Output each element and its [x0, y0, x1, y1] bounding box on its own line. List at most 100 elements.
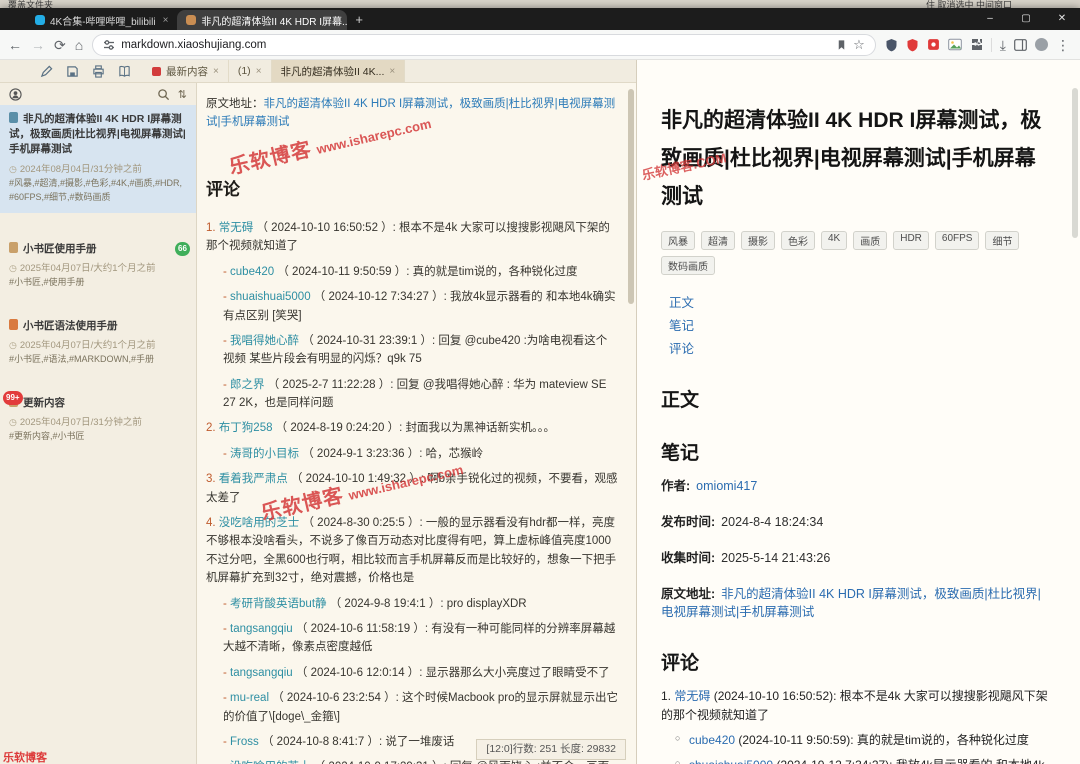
tag-pill: 超清: [701, 231, 735, 251]
editor-toolbar: [0, 60, 143, 82]
editor-origin-line: 原文地址：非凡的超清体验II 4K HDR I屏幕测试，极致画质|杜比视界|电视…: [206, 98, 616, 129]
comment-author-link[interactable]: cube420: [230, 266, 274, 278]
close-window-button[interactable]: ✕: [1044, 8, 1080, 30]
editor-comments: 1. 常无碍 （ 2024-10-10 16:50:52 ）: 根本不是4k 大…: [206, 219, 618, 764]
unread-badge: 66: [175, 241, 190, 256]
comment-author-link[interactable]: 没吃啥用的芝士: [219, 517, 300, 529]
browser-tab-label: 4K合集-哔哩哔哩_bilibili: [50, 16, 156, 28]
address-bar[interactable]: markdown.xiaoshujiang.com ☆: [92, 33, 876, 56]
sidebar-item-tags: #小书匠,#语法,#MARKDOWN,#手册: [9, 353, 155, 364]
edit-pen-icon[interactable]: [40, 65, 53, 78]
toc-link[interactable]: 评论: [669, 339, 1050, 360]
sidebar-item[interactable]: 99+ 更新内容 ◷ 2025年04月07日/31分钟之前 #更新内容,#小书匠: [0, 389, 196, 452]
back-icon[interactable]: ←: [8, 38, 22, 52]
browser-menu-icon[interactable]: ⋮: [1056, 38, 1070, 52]
comment-author-link[interactable]: shuaishuai5000: [689, 758, 773, 764]
sort-icon[interactable]: ⇅: [178, 88, 187, 101]
profile-avatar[interactable]: [1035, 38, 1048, 51]
browser-tab-bilibili[interactable]: 4K合集-哔哩哔哩_bilibili ×: [26, 10, 177, 30]
comment-author-link[interactable]: 涛哥的小目标: [230, 448, 299, 460]
clock-icon: ◷: [9, 262, 17, 273]
comment-author-link[interactable]: shuaishuai5000: [230, 291, 311, 303]
editor-tab-active[interactable]: 非凡的超清体验II 4K... ×: [271, 60, 406, 82]
document-sidebar: ⇅ 非凡的超清体验II 4K HDR I屏幕测试，极致画质|杜比视界|电视屏幕测…: [0, 83, 197, 764]
editor-reply-line: - cube420 （ 2024-10-11 9:50:59 ）: 真的就是ti…: [223, 265, 578, 278]
preview-title: 非凡的超清体验II 4K HDR I屏幕测试，极致画质|杜比视界|电视屏幕测试|…: [661, 109, 1042, 208]
reload-icon[interactable]: ⟳: [54, 38, 66, 52]
close-icon[interactable]: ×: [389, 66, 395, 77]
watermark-corner: 乐软博客: [3, 752, 47, 764]
sidebar-item-title: 非凡的超清体验II 4K HDR I屏幕测试，极致画质|杜比视界|电视屏幕测试|…: [9, 113, 186, 156]
save-icon[interactable]: [66, 65, 79, 78]
download-icon[interactable]: ⤓: [1000, 38, 1006, 52]
new-tab-button[interactable]: +: [355, 12, 363, 27]
adguard-shield-icon[interactable]: [906, 38, 919, 52]
comment-author-link[interactable]: 郎之界: [230, 379, 265, 391]
maximize-button[interactable]: ▢: [1008, 8, 1044, 30]
toolbar-divider: [990, 37, 992, 52]
user-avatar-icon[interactable]: [9, 87, 22, 101]
minimize-button[interactable]: –: [972, 8, 1008, 30]
comment-author-link[interactable]: 看着我严肃点: [219, 473, 288, 485]
comment-author-link[interactable]: Fross: [230, 736, 259, 748]
book-icon[interactable]: [118, 65, 131, 78]
bilibili-favicon: [35, 15, 45, 25]
forward-icon[interactable]: →: [31, 38, 45, 52]
bookmark-icon[interactable]: [836, 39, 847, 51]
left-column: 最新内容 × (1) × 非凡的超清体验II 4K... × ⇅ 非凡的超清体验…: [0, 60, 637, 764]
author-link[interactable]: omiomi417: [696, 479, 757, 493]
puzzle-extensions-icon[interactable]: [970, 38, 983, 51]
sidebar-item[interactable]: 非凡的超清体验II 4K HDR I屏幕测试，极致画质|杜比视界|电视屏幕测试|…: [0, 105, 196, 213]
editor-comment-line: 3. 看着我严肃点 （ 2024-10-10 1:49:32 ）: 啊b亲手锐化…: [206, 473, 618, 504]
origin-link[interactable]: 非凡的超清体验II 4K HDR I屏幕测试，极致画质|杜比视界|电视屏幕测试|…: [206, 98, 615, 128]
editor-tab-1[interactable]: (1) ×: [229, 60, 272, 82]
comment-author-link[interactable]: 考研背酸英语but静: [230, 598, 327, 610]
editor-reply-line: - mu-real （ 2024-10-6 23:2:54 ）: 这个时候Mac…: [223, 692, 618, 723]
preview-comments: 1. 常无碍 (2024-10-10 16:50:52): 根本不是4k 大家可…: [661, 687, 1050, 764]
home-icon[interactable]: ⌂: [75, 38, 83, 52]
comment-author-link[interactable]: mu-real: [230, 692, 269, 704]
search-icon[interactable]: [157, 88, 170, 101]
document-icon: [9, 112, 18, 123]
section-heading-comments: 评论: [661, 653, 700, 675]
comment-author-link[interactable]: tangsangqiu: [230, 667, 293, 679]
side-panel-icon[interactable]: [1014, 38, 1027, 51]
extension-red-square-icon[interactable]: [927, 38, 940, 51]
comment-author-link[interactable]: 常无碍: [219, 222, 254, 234]
site-info-icon[interactable]: [103, 39, 115, 51]
close-icon[interactable]: ×: [213, 66, 219, 77]
toc-link[interactable]: 正文: [669, 293, 1050, 314]
comment-author-link[interactable]: 布丁狗258: [219, 422, 273, 434]
editor-reply-line: - tangsangqiu （ 2024-10-6 12:0:14 ）: 显示器…: [223, 666, 610, 679]
sidebar-item[interactable]: 小书匠语法使用手册 ◷ 2025年04月07日/大约1个月之前 #小书匠,#语法,#M…: [0, 312, 196, 375]
background-text-left: 覆盖文件夹: [8, 0, 54, 8]
editor-comment-line: 4. 没吃啥用的芝士 （ 2024-8-30 0:25:5 ）: 一般的显示器看…: [206, 517, 617, 585]
star-icon[interactable]: ☆: [853, 38, 865, 51]
comment-author-link[interactable]: tangsangqiu: [230, 623, 293, 635]
document-icon: [9, 318, 18, 330]
extension-shield-dark-icon[interactable]: [885, 38, 898, 52]
editor-scrollbar[interactable]: [628, 89, 634, 304]
sidebar-list: 非凡的超清体验II 4K HDR I屏幕测试，极致画质|杜比视界|电视屏幕测试|…: [0, 105, 196, 764]
toc-link[interactable]: 笔记: [669, 316, 1050, 337]
editor-tab-bar: 最新内容 × (1) × 非凡的超清体验II 4K... ×: [143, 60, 406, 82]
sidebar-item-date: ◷ 2025年04月07日/31分钟之前: [9, 417, 142, 429]
close-icon[interactable]: ×: [163, 15, 169, 26]
close-icon[interactable]: ×: [256, 66, 262, 77]
sidebar-item[interactable]: 66 小书匠使用手册 ◷ 2025年04月07日/大约1个月之前 #小书匠,#使用手册: [0, 235, 196, 298]
tag-pill: 风暴: [661, 231, 695, 251]
comment-author-link[interactable]: 常无碍: [674, 689, 710, 703]
origin-link[interactable]: 非凡的超清体验II 4K HDR I屏幕测试，极致画质|杜比视界|电视屏幕测试|…: [661, 587, 1041, 620]
editor-tab-latest[interactable]: 最新内容 ×: [143, 60, 229, 82]
image-extension-icon[interactable]: [947, 38, 962, 51]
sidebar-item-date: ◷ 2025年04月07日/大约1个月之前: [9, 262, 156, 274]
preview-comment: 1. 常无碍 (2024-10-10 16:50:52): 根本不是4k 大家可…: [661, 687, 1050, 764]
preview-scrollbar[interactable]: [1072, 88, 1078, 238]
comment-author-link[interactable]: cube420: [689, 733, 735, 747]
tag-pill: 细节: [985, 231, 1020, 251]
comment-author-link[interactable]: 我唱得她心醉: [230, 335, 299, 347]
editor-status-bar: [12:0]行数: 251 长度: 29832: [476, 739, 626, 760]
markdown-editor[interactable]: 原文地址：非凡的超清体验II 4K HDR I屏幕测试，极致画质|杜比视界|电视…: [197, 83, 636, 764]
print-icon[interactable]: [92, 64, 105, 78]
browser-tab-active[interactable]: 非凡的超清体验II 4K HDR I屏幕... ×: [177, 10, 348, 30]
